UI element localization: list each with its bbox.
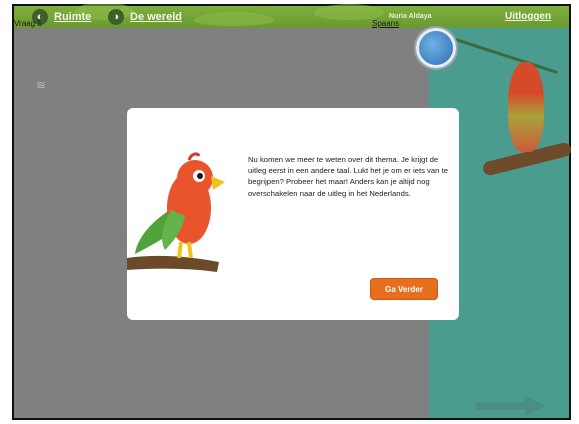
continue-button[interactable]: Ga Verder — [370, 278, 438, 300]
nav-de-wereld[interactable]: ◑ De wereld — [108, 9, 182, 25]
decorative-swirl-icon: ≋ — [36, 78, 47, 92]
question-label: Vraag 5 — [14, 19, 42, 28]
parrot-illustration-icon — [127, 152, 225, 272]
earth-globe-icon[interactable] — [416, 28, 456, 68]
world-icon: ◑ — [108, 9, 124, 25]
top-navigation-bar: ◐ Ruimte ◑ De wereld Nuria Aldaya Uitlog… — [14, 4, 569, 28]
side-parrot-icon — [508, 62, 544, 152]
intro-dialog: Nu komen we meer te weten over dit thema… — [127, 108, 459, 320]
question-bar — [14, 28, 429, 54]
nav-de-wereld-link[interactable]: De wereld — [130, 11, 182, 23]
language-link[interactable]: Spaans — [372, 19, 399, 28]
nav-ruimte-link[interactable]: Ruimte — [54, 11, 91, 23]
dialog-message: Nu komen we meer te weten over dit thema… — [248, 155, 448, 198]
logout-link[interactable]: Uitloggen — [505, 11, 551, 22]
